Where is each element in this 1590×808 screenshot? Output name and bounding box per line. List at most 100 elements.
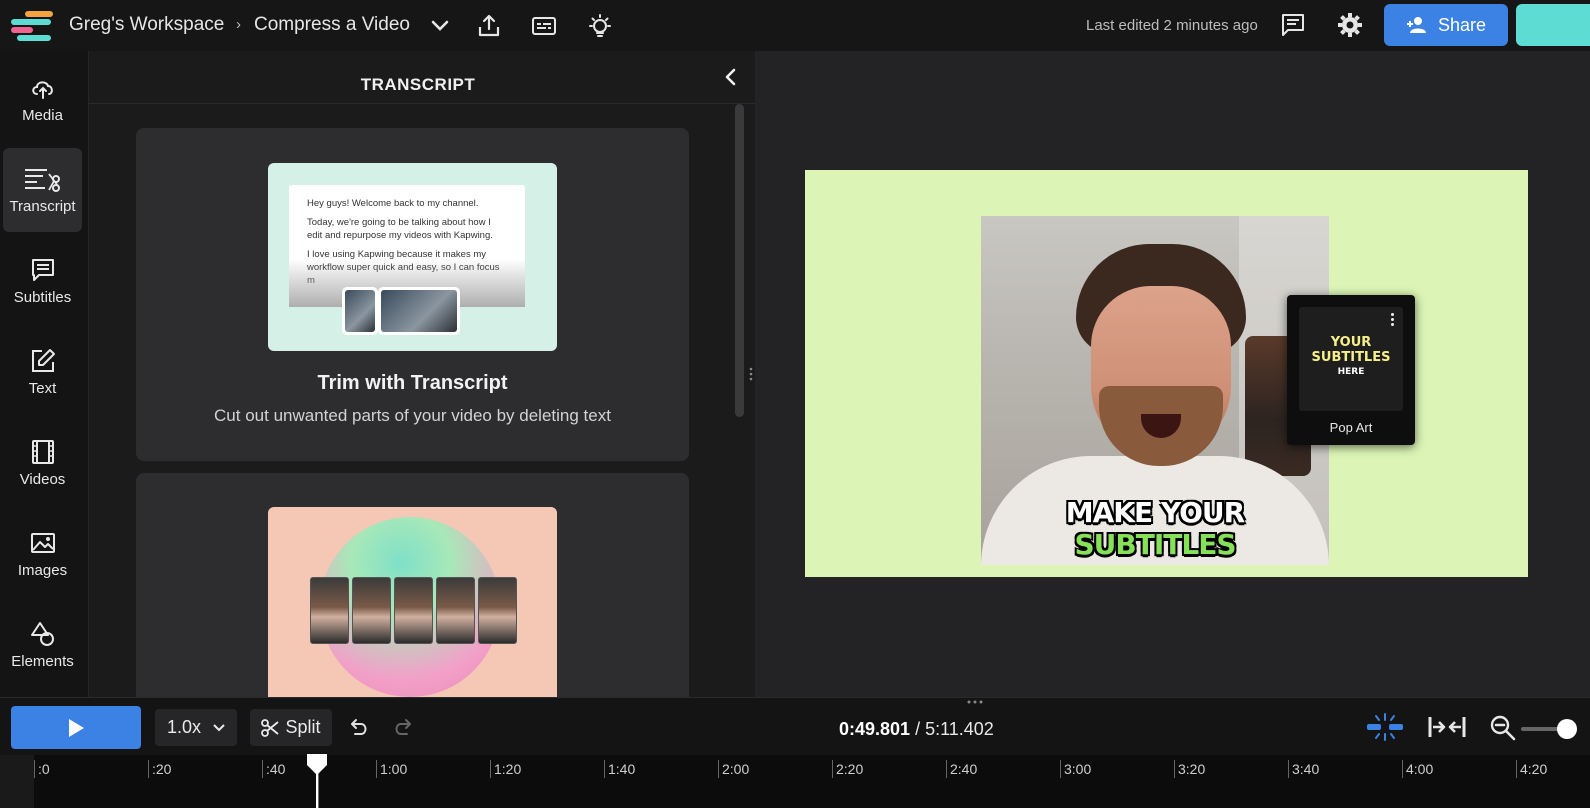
ruler-tick: 1:20 [490,760,521,778]
style-preview-thumbnail[interactable]: YOUR SUBTITLES HERE [1299,307,1403,411]
rail-item-label: Images [17,561,68,579]
video-frame [352,577,391,644]
captions-icon[interactable] [531,13,557,39]
card-description: Cut out unwanted parts of your video by … [214,406,611,425]
ruler-tick: :20 [148,760,171,778]
time-separator: / [910,719,926,739]
video-frames-strip [310,577,517,644]
undo-icon[interactable] [347,718,369,738]
ruler-gutter [0,755,34,808]
panel-scrollbar[interactable] [735,104,744,417]
playback-time: 0:49.801 / 5:11.402 [839,719,994,740]
style-name: Pop Art [1329,420,1373,435]
play-icon [69,718,84,737]
subtitle-caption-line1[interactable]: MAKE YOUR [981,496,1329,529]
video-canvas[interactable]: MAKE YOUR SUBTITLES YOUR SUBTITLES HERE … [805,170,1528,577]
text-edit-icon [31,348,55,372]
rail-item-label: Text [28,379,57,397]
current-time: 0:49.801 [839,719,911,739]
image-icon [30,532,55,553]
rail-item-subtitles[interactable]: Subtitles [3,239,82,323]
rail-item-label: Media [22,106,63,124]
ruler-tick: 3:20 [1174,760,1205,778]
panel-title: TRANSCRIPT [360,75,476,94]
ruler-tick: 2:40 [946,760,977,778]
ruler-tick: 1:00 [376,760,407,778]
zoom-slider-handle[interactable] [1557,719,1577,739]
timeline-bar: 1.0x Split 0:49.801 / 5:11.402 :0 :20 :4… [0,697,1590,808]
ruler-tick: :40 [262,760,285,778]
export-project-button[interactable] [1516,4,1590,46]
ruler-tick: 2:00 [718,760,749,778]
playback-speed-select[interactable]: 1.0x [155,709,237,746]
rail-item-videos[interactable]: Videos [3,421,82,505]
video-frame [436,577,475,644]
ruler-tick: :0 [34,760,50,778]
collapse-panel-chevron-left-icon[interactable] [721,67,741,87]
ruler-tick: 4:00 [1402,760,1433,778]
shapes-icon [30,621,54,646]
subtitle-style-popup[interactable]: YOUR SUBTITLES HERE Pop Art [1287,295,1415,445]
ruler-tick: 2:20 [832,760,863,778]
breadcrumb-workspace[interactable]: Greg's Workspace [69,14,224,36]
breadcrumb-separator: › [236,16,241,33]
lightbulb-icon[interactable] [587,13,613,39]
style-thumb-text: SUBTITLES [1311,350,1391,365]
rail-item-media[interactable]: Media [3,57,82,141]
video-frame [310,577,349,644]
rail-item-elements[interactable]: Elements [3,603,82,687]
redo-icon[interactable] [393,718,415,738]
video-layer[interactable]: MAKE YOUR SUBTITLES [981,216,1329,565]
share-button[interactable]: Share [1384,4,1508,46]
more-options-icon[interactable] [1391,313,1395,328]
rail-item-transcript[interactable]: Transcript [3,148,82,232]
timeline-resize-handle-icon[interactable] [966,700,984,704]
panel-header: TRANSCRIPT [89,51,755,104]
zoom-out-icon[interactable] [1489,714,1517,742]
playhead-handle[interactable] [306,753,328,808]
video-clip-thumbnail [342,287,378,335]
rail-item-text[interactable]: Text [3,330,82,414]
share-button-label: Share [1437,14,1487,35]
transcript-panel: TRANSCRIPT Hey guys! Welcome back to my … [88,51,755,697]
comments-icon[interactable] [1280,12,1306,38]
resize-grip-icon[interactable] [749,367,753,381]
export-upload-icon[interactable] [476,13,502,39]
transcript-illustration: Hey guys! Welcome back to my channel. To… [268,163,557,351]
left-tool-rail: Media Transcript Subtitles Text Videos I… [0,51,88,697]
rail-item-label: Transcript [9,197,76,215]
doc-line: Today, we're going to be talking about h… [307,217,493,241]
subtitles-icon [31,258,54,281]
play-button[interactable] [11,706,141,749]
speed-value: 1.0x [166,717,202,737]
timeline-ruler[interactable]: :0 :20 :40 1:00 1:20 1:40 2:00 2:20 2:40… [34,755,1590,808]
total-duration: 5:11.402 [925,719,994,739]
rail-item-label: Videos [19,470,66,488]
split-button[interactable]: Split [250,709,332,746]
feature-card[interactable] [136,473,689,697]
style-thumb-text: HERE [1337,367,1365,377]
settings-gear-icon[interactable] [1337,12,1363,38]
video-frame [478,577,517,644]
chevron-down-icon [213,723,225,731]
rail-item-label: Subtitles [13,288,72,306]
rail-item-images[interactable]: Images [3,512,82,596]
add-user-icon [1406,17,1426,33]
fit-timeline-icon[interactable] [1427,715,1467,739]
chevron-down-icon[interactable] [427,13,453,39]
project-title[interactable]: Compress a Video [254,14,410,36]
last-edited-status: Last edited 2 minutes ago [1086,17,1258,34]
trim-with-transcript-card[interactable]: Hey guys! Welcome back to my channel. To… [136,128,689,461]
rail-item-label: Elements [11,652,74,670]
upload-cloud-icon [31,80,53,99]
kapwing-logo-icon[interactable] [11,11,55,41]
ruler-tick: 3:00 [1060,760,1091,778]
feature-illustration [268,507,557,697]
snap-magnet-icon[interactable] [1366,712,1404,742]
style-thumb-text: YOUR [1330,335,1372,350]
film-icon [31,439,54,464]
ruler-tick: 3:40 [1288,760,1319,778]
video-frame [394,577,433,644]
card-title: Trim with Transcript [317,372,508,394]
subtitle-caption-line2[interactable]: SUBTITLES [981,528,1329,561]
